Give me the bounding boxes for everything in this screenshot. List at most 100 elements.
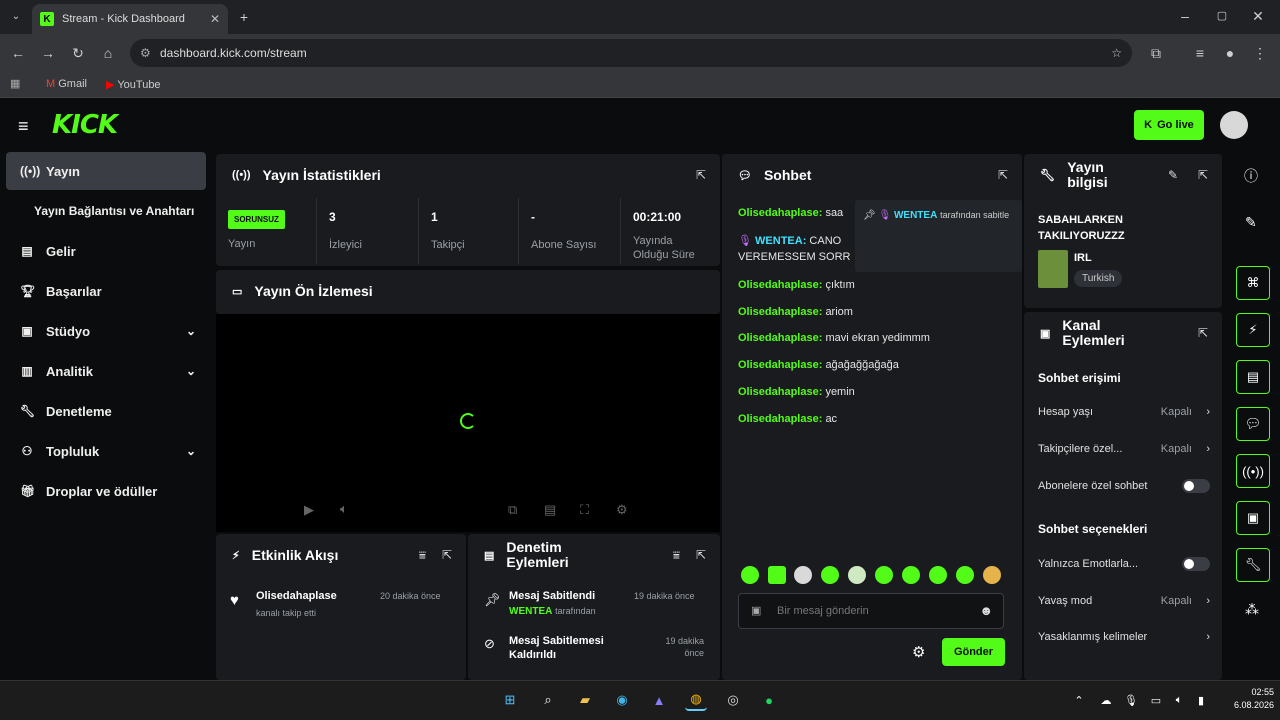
new-tab-icon[interactable]: + xyxy=(234,7,254,27)
sidebar-item-studyo[interactable]: ▣ Stüdyo ⌄ xyxy=(6,312,206,350)
minimize-icon[interactable]: – xyxy=(1175,6,1195,26)
close-tab-icon[interactable]: ✕ xyxy=(210,12,220,26)
chat-message[interactable]: 🎙︎ WENTEA: CANO xyxy=(738,234,841,247)
profile-icon[interactable]: ● xyxy=(1220,43,1240,63)
subs-only-toggle[interactable] xyxy=(1182,479,1210,493)
play-icon[interactable]: ▶ xyxy=(304,502,314,518)
address-bar[interactable]: ⚙ dashboard.kick.com/stream ☆ xyxy=(130,39,1132,67)
video-player[interactable]: ▶ 🔈︎ ⧉ ▤ ⛶ ⚙ xyxy=(216,314,720,532)
mic-icon[interactable]: 🎙︎ xyxy=(1120,689,1142,711)
emote-icon[interactable] xyxy=(902,566,920,584)
emote-icon[interactable] xyxy=(794,566,812,584)
popout-icon[interactable]: ⇱ xyxy=(1198,326,1208,340)
emote-icon[interactable] xyxy=(983,566,1001,584)
chat-settings-icon[interactable]: ⚙ xyxy=(912,643,925,661)
file-explorer-icon[interactable]: ▰ xyxy=(574,689,596,711)
sidebar-item-analitik[interactable]: ▥ Analitik ⌄ xyxy=(6,352,206,390)
clock[interactable]: 02:55 6.08.2026 xyxy=(1218,686,1274,712)
emote-icon[interactable] xyxy=(848,566,866,584)
monitor-icon[interactable]: ▭ xyxy=(1145,689,1167,711)
layout-icon[interactable]: ⁂ xyxy=(1245,601,1259,618)
sidebar-item-topluluk[interactable]: ⚇ Topluluk ⌄ xyxy=(6,432,206,470)
bookmark-star-icon[interactable]: ☆ xyxy=(1111,46,1122,60)
rail-chat-icon[interactable]: 💬︎ xyxy=(1236,407,1270,441)
emote-icon[interactable] xyxy=(741,566,759,584)
browser-tab[interactable]: K Stream - Kick Dashboard ✕ xyxy=(32,4,228,34)
hamburger-menu-icon[interactable]: ≡ xyxy=(18,116,29,137)
extensions-icon[interactable]: ⧉ xyxy=(1146,43,1166,63)
emoji-icon[interactable]: ☻ xyxy=(979,603,993,618)
theater-icon[interactable]: ▤ xyxy=(544,502,556,518)
avatar[interactable] xyxy=(1220,111,1248,139)
info-icon[interactable]: ⓘ xyxy=(1244,166,1258,186)
followers-only-option[interactable]: Takipçilere özel... Kapalı › xyxy=(1038,443,1210,455)
emote-icon[interactable] xyxy=(929,566,947,584)
chat-message[interactable]: Olisedahaplase: mavi ekran yedimmm xyxy=(738,332,930,344)
filter-icon[interactable]: ⩸ xyxy=(673,548,680,563)
speaker-icon[interactable]: 🔈︎ xyxy=(1168,689,1190,711)
emote-icon[interactable] xyxy=(821,566,839,584)
edit-pencil-icon[interactable]: ✎ xyxy=(1168,168,1178,182)
sidebar-item-yayin[interactable]: ((•)) Yayın xyxy=(6,152,206,190)
chat-message[interactable]: Olisedahaplase: ağağağğağağa xyxy=(738,359,899,371)
close-window-icon[interactable]: ✕ xyxy=(1248,6,1268,26)
rail-wrench-icon[interactable]: 🔧︎ xyxy=(1236,548,1270,582)
sidebar-item-denetleme[interactable]: 🔧︎ Denetleme xyxy=(6,392,206,430)
activity-user[interactable]: Olisedahaplase xyxy=(256,590,337,602)
sidebar-item-gelir[interactable]: ▤ Gelir xyxy=(6,232,206,270)
settings-icon[interactable]: ⚙ xyxy=(616,502,628,518)
volume-icon[interactable]: 🔈︎ xyxy=(340,501,348,517)
chat-message[interactable]: Olisedahaplase: ac xyxy=(738,413,837,425)
emote-icon[interactable] xyxy=(956,566,974,584)
pinned-message[interactable]: 📌︎ 🎙︎ WENTEA tarafından sabitle xyxy=(855,200,1022,272)
bookmark-youtube[interactable]: ▶ YouTube xyxy=(106,78,161,91)
spotify-icon[interactable]: ● xyxy=(758,689,780,711)
rail-activity-icon[interactable]: ⚡︎ xyxy=(1236,313,1270,347)
category-thumbnail[interactable] xyxy=(1038,250,1068,288)
teams-icon[interactable]: ▲ xyxy=(648,689,670,711)
chat-input[interactable]: ▣ Bir mesaj gönderin ☻ xyxy=(738,593,1004,629)
network-icon[interactable]: ☁ xyxy=(1095,689,1117,711)
filter-icon[interactable]: ⩸ xyxy=(419,548,426,563)
chrome-icon[interactable]: ◍ xyxy=(685,689,707,711)
sidebar-item-droplar[interactable]: 🎁︎ Droplar ve ödüller xyxy=(6,472,206,510)
fullscreen-icon[interactable]: ⛶ xyxy=(580,502,589,518)
popout-icon[interactable]: ⇱ xyxy=(696,548,706,562)
forward-icon[interactable]: → xyxy=(38,43,58,63)
rail-broadcast-icon[interactable]: ((•)) xyxy=(1236,454,1270,488)
tab-search-icon[interactable]: ⌄ xyxy=(6,7,26,27)
emotes-only-toggle[interactable] xyxy=(1182,557,1210,571)
site-info-icon[interactable]: ⚙ xyxy=(140,46,151,60)
rail-channel-icon[interactable]: ▣ xyxy=(1236,501,1270,535)
rail-stats-icon[interactable]: ⌘ xyxy=(1236,266,1270,300)
popout-icon[interactable]: ⇱ xyxy=(998,168,1008,182)
bookmark-gmail[interactable]: M Gmail xyxy=(46,78,87,90)
go-live-button[interactable]: K Go live xyxy=(1134,110,1204,140)
back-icon[interactable]: ← xyxy=(8,43,28,63)
account-age-option[interactable]: Hesap yaşı Kapalı › xyxy=(1038,406,1210,418)
banned-words-option[interactable]: Yasaklanmış kelimeler › xyxy=(1038,631,1210,643)
kick-logo[interactable]: KICK xyxy=(52,110,118,140)
emote-icon[interactable] xyxy=(875,566,893,584)
apps-icon[interactable]: ▦ xyxy=(10,77,20,90)
popout-icon[interactable]: ⇱ xyxy=(442,548,452,562)
emote-icon[interactable] xyxy=(768,566,786,584)
home-icon[interactable]: ⌂ xyxy=(98,43,118,63)
battery-icon[interactable]: ▮ xyxy=(1190,689,1212,711)
send-button[interactable]: Gönder xyxy=(942,638,1005,666)
category-name[interactable]: IRL xyxy=(1074,252,1092,264)
pip-icon[interactable]: ⧉ xyxy=(508,502,517,518)
reload-icon[interactable]: ↻ xyxy=(68,43,88,63)
popout-icon[interactable]: ⇱ xyxy=(1198,168,1208,182)
taskbar-search-icon[interactable]: ⌕ xyxy=(537,689,559,711)
sidebar-item-basarilar[interactable]: 🏆︎ Başarılar xyxy=(6,272,206,310)
rail-moderation-icon[interactable]: ▤ xyxy=(1236,360,1270,394)
edge-icon[interactable]: ◉ xyxy=(611,689,633,711)
browser-menu-icon[interactable]: ⋮ xyxy=(1250,43,1270,63)
chat-message[interactable]: Olisedahaplase: çıktım xyxy=(738,279,855,291)
chat-message[interactable]: Olisedahaplase: saa xyxy=(738,207,843,219)
media-icon[interactable]: ≡ xyxy=(1190,43,1210,63)
app-icon[interactable]: ◎ xyxy=(722,689,744,711)
slow-mode-option[interactable]: Yavaş mod Kapalı › xyxy=(1038,595,1210,607)
popout-icon[interactable]: ⇱ xyxy=(696,168,706,182)
